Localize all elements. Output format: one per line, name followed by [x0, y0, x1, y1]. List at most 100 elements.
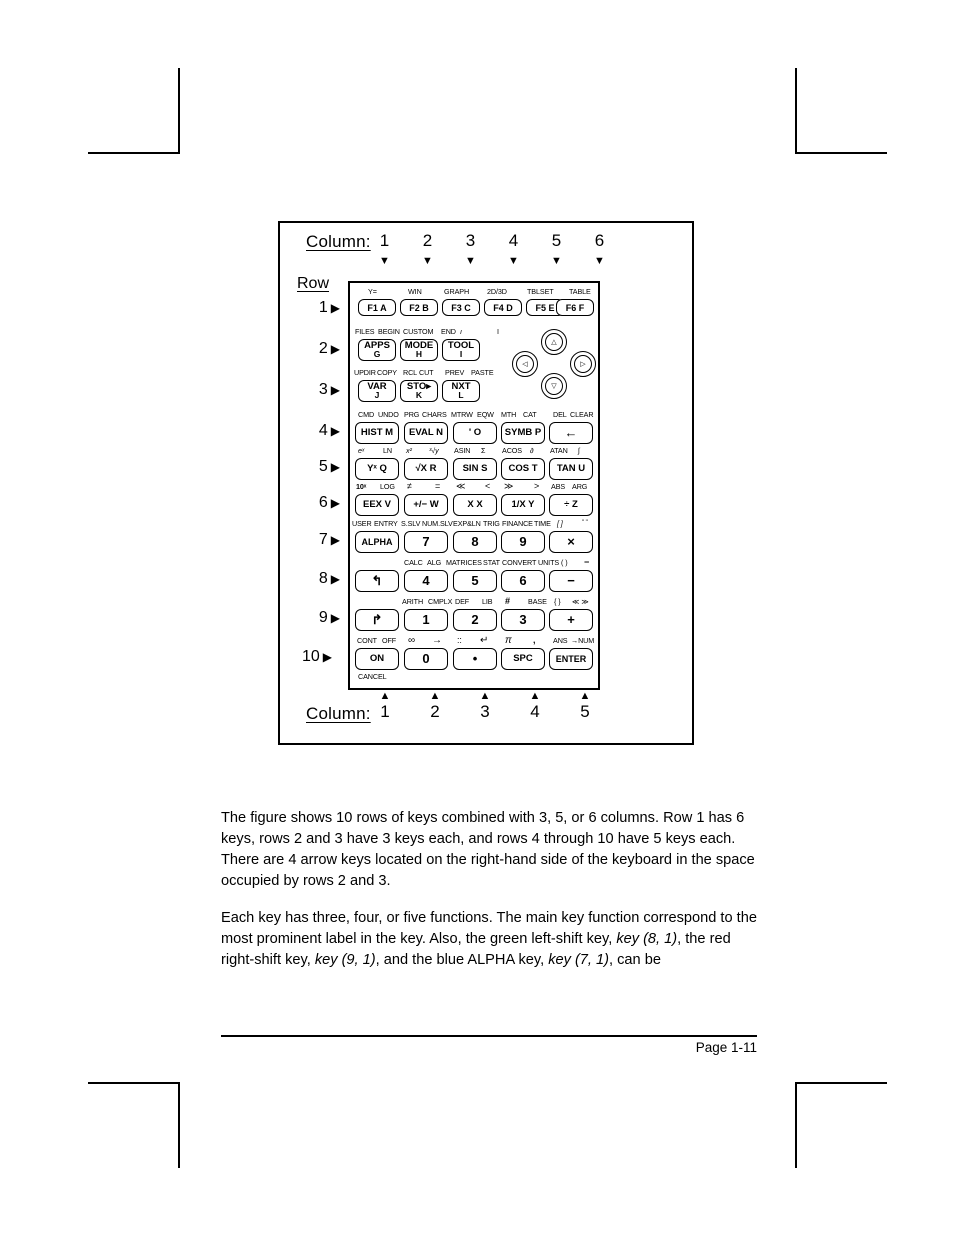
key-enter[interactable]: ENTER — [549, 648, 593, 670]
key-sto[interactable]: STO▸ K — [400, 380, 438, 402]
key-digit-label: 9 — [519, 534, 527, 549]
key-top-label: OFF — [382, 636, 397, 645]
key-sub-label: K — [415, 390, 423, 400]
key-top-label: MTRW — [451, 410, 473, 419]
key-tool[interactable]: TOOL I — [442, 339, 480, 361]
key-right-shift[interactable]: ↱ — [355, 609, 399, 631]
key-apps[interactable]: APPS G — [358, 339, 396, 361]
key-on[interactable]: ON — [355, 648, 399, 670]
key-sub-label: H — [415, 349, 423, 359]
top-column-header-label: Column: — [306, 232, 371, 251]
key-divide[interactable]: ÷ Z — [549, 494, 593, 516]
key-top-label: 10ˣ — [356, 482, 367, 491]
key-4[interactable]: 4 — [404, 570, 448, 592]
arrow-key-right[interactable]: ▷ — [570, 351, 596, 377]
key-cos[interactable]: COS T — [501, 458, 545, 480]
key-f4[interactable]: F4 D — [484, 299, 522, 316]
arrow-key-left[interactable]: ◁ — [512, 351, 538, 377]
key-hist[interactable]: HIST M — [355, 422, 399, 444]
key-6[interactable]: 6 — [501, 570, 545, 592]
keyboard-row-8: CALC ALG MATRICES STAT CONVERT UNITS ( )… — [350, 558, 602, 592]
key-f6[interactable]: F6 F — [556, 299, 594, 316]
down-arrow-icon: ▼ — [422, 255, 433, 267]
key-minus[interactable]: − — [549, 570, 593, 592]
bottom-column-number: 5 — [580, 702, 590, 721]
key-2[interactable]: 2 — [453, 609, 497, 631]
key-digit-label: 6 — [519, 573, 527, 588]
key-top-label: PRG — [404, 410, 420, 419]
key-8[interactable]: 8 — [453, 531, 497, 553]
row-5-keys: Yˣ Q √X R SIN S COS T TAN U — [350, 458, 602, 480]
key-x[interactable]: X X — [453, 494, 497, 516]
key-left-shift[interactable]: ↰ — [355, 570, 399, 592]
up-arrow-icon: ▲ — [429, 690, 441, 702]
keyboard-row-5: eˣ LN x² ³√y ASIN Σ ACOS ∂ ATAN ∫ Yˣ Q √… — [350, 446, 602, 480]
down-arrow-icon: ▼ — [508, 255, 519, 267]
right-arrow-icon: ▶ — [330, 424, 340, 438]
right-arrow-icon: ▶ — [330, 533, 340, 547]
key-nxt[interactable]: NXT L — [442, 380, 480, 402]
key-f1[interactable]: F1 A — [358, 299, 396, 316]
key-5[interactable]: 5 — [453, 570, 497, 592]
key-mode[interactable]: MODE H — [400, 339, 438, 361]
key-plus[interactable]: + — [549, 609, 593, 631]
key-digit-label: 2 — [471, 612, 479, 627]
row-number: 1 — [318, 299, 328, 316]
right-arrow-icon: ▶ — [322, 650, 332, 664]
arrow-key-up[interactable]: △ — [541, 329, 567, 355]
key-f3[interactable]: F3 C — [442, 299, 480, 316]
key-backspace[interactable]: ← — [549, 422, 593, 444]
key-plus-minus[interactable]: +/− W — [404, 494, 448, 516]
right-arrow-icon: ▶ — [330, 460, 340, 474]
row-7-top-labels: USER ENTRY S.SLV NUM.SLV EXP&LN TRIG FIN… — [350, 519, 602, 531]
key-top-label: DEF — [455, 597, 470, 606]
right-shift-arrow-icon: ↱ — [371, 612, 383, 627]
row-label-8: 8 ▶ — [292, 571, 340, 587]
key-3[interactable]: 3 — [501, 609, 545, 631]
key-top-label: LOG — [380, 482, 395, 491]
key-var[interactable]: VAR J — [358, 380, 396, 402]
row-label-4: 4 ▶ — [292, 423, 340, 439]
key-inverse[interactable]: 1/X Y — [501, 494, 545, 516]
key-top-label: LIB — [482, 597, 493, 606]
key-top-label: ( ) — [561, 558, 568, 567]
key-digit-label: 4 — [422, 573, 430, 588]
keyboard-row-10: CONT OFF ∞ → :: ↵ π , ANS →NUM ON 0 • SP… — [350, 636, 602, 681]
key-eval[interactable]: EVAL N — [404, 422, 448, 444]
key-quote[interactable]: ' O — [453, 422, 497, 444]
key-sqrt[interactable]: √X R — [404, 458, 448, 480]
key-alpha[interactable]: ALPHA — [355, 531, 399, 553]
key-1[interactable]: 1 — [404, 609, 448, 631]
key-tan[interactable]: TAN U — [549, 458, 593, 480]
keyboard-row-6: 10ˣ LOG ≠ = ≪ < ≫ > ABS ARG EEX V +/− W … — [350, 482, 602, 516]
top-column-numbers: 1 2 3 4 5 6 — [363, 231, 621, 251]
key-spc[interactable]: SPC — [501, 648, 545, 670]
down-arrow-icon: ▼ — [594, 255, 605, 267]
key-top-label: { } — [554, 597, 561, 606]
key-9[interactable]: 9 — [501, 531, 545, 553]
row-number: 7 — [318, 531, 328, 548]
keyboard-row-9: ARITH CMPLX DEF LIB # BASE { } ≪ ≫ ↱ 1 2… — [350, 597, 602, 631]
key-top-label: PASTE — [471, 368, 494, 377]
key-top-label: →NUM — [571, 636, 595, 645]
key-eex[interactable]: EEX V — [355, 494, 399, 516]
key-top-label: EQW — [477, 410, 494, 419]
key-0[interactable]: 0 — [404, 648, 448, 670]
key-top-label: NUM.SLV — [422, 519, 453, 528]
bottom-column-number: 3 — [480, 702, 490, 721]
bottom-column-number: 4 — [530, 702, 540, 721]
key-7[interactable]: 7 — [404, 531, 448, 553]
key-top-label: TABLE — [569, 287, 591, 296]
key-sin[interactable]: SIN S — [453, 458, 497, 480]
keyboard-row-7: USER ENTRY S.SLV NUM.SLV EXP&LN TRIG FIN… — [350, 519, 602, 553]
key-power[interactable]: Yˣ Q — [355, 458, 399, 480]
key-f2[interactable]: F2 B — [400, 299, 438, 316]
key-symb[interactable]: SYMB P — [501, 422, 545, 444]
key-multiply[interactable]: × — [549, 531, 593, 553]
key-top-label: ARG — [572, 482, 588, 491]
right-arrow-icon: ▶ — [330, 496, 340, 510]
arrow-key-down[interactable]: ▽ — [541, 373, 567, 399]
key-digit-label: 8 — [471, 534, 479, 549]
key-decimal-point[interactable]: • — [453, 648, 497, 670]
row-6-keys: EEX V +/− W X X 1/X Y ÷ Z — [350, 494, 602, 516]
